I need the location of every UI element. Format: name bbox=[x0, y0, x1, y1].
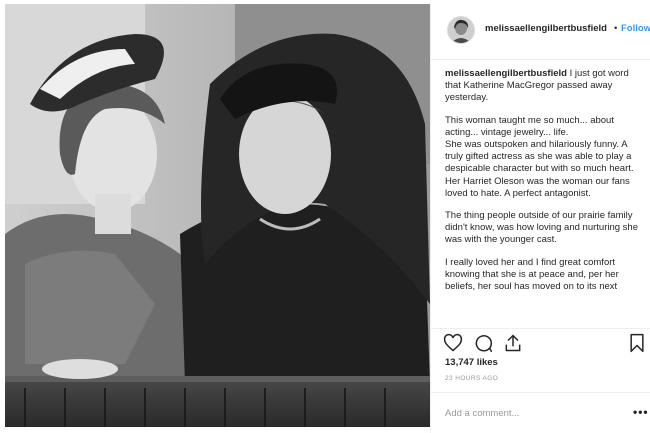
instagram-post: melissaellengilbertbusfield • Follow mel… bbox=[0, 0, 650, 433]
bookmark-icon[interactable] bbox=[627, 333, 647, 353]
avatar[interactable] bbox=[447, 16, 475, 44]
heart-icon[interactable] bbox=[443, 333, 463, 353]
comment-input[interactable] bbox=[445, 405, 615, 421]
likes-count[interactable]: 13,747 likes bbox=[445, 357, 498, 368]
header-username[interactable]: melissaellengilbertbusfield bbox=[485, 23, 607, 34]
caption-paragraph: The thing people outside of our prairie … bbox=[445, 210, 638, 246]
post-header: melissaellengilbertbusfield • Follow bbox=[431, 0, 650, 60]
post-caption: melissaellengilbertbusfield I just got w… bbox=[445, 68, 647, 326]
caption-paragraph: This woman taught me so much... about ac… bbox=[445, 114, 634, 199]
post-photo[interactable] bbox=[5, 4, 430, 427]
post-timestamp[interactable]: 23 HOURS AGO bbox=[445, 375, 498, 382]
caption-paragraph: I really loved her and I find great comf… bbox=[445, 256, 619, 293]
action-bar bbox=[431, 328, 650, 356]
caption-username[interactable]: melissaellengilbertbusfield bbox=[445, 68, 567, 79]
post-sidebar: melissaellengilbertbusfield • Follow mel… bbox=[430, 0, 650, 433]
comment-icon[interactable] bbox=[473, 333, 493, 353]
share-icon[interactable] bbox=[503, 333, 523, 353]
header-separator: • bbox=[614, 23, 618, 34]
photo-illustration bbox=[5, 4, 430, 427]
avatar-image bbox=[448, 17, 474, 43]
comment-bar: ••• bbox=[431, 392, 650, 433]
more-options-icon[interactable]: ••• bbox=[633, 406, 649, 418]
caption-lead: melissaellengilbertbusfield I just got w… bbox=[445, 68, 647, 105]
follow-button[interactable]: Follow bbox=[621, 23, 650, 34]
